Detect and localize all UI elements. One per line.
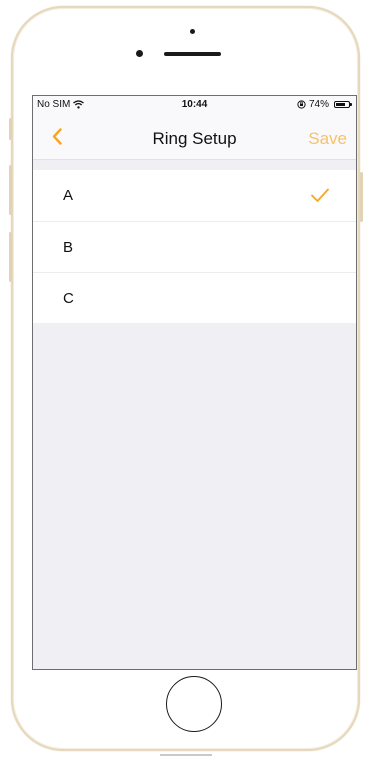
battery-icon <box>334 101 352 108</box>
bottom-edge-line <box>160 754 212 756</box>
mute-switch <box>9 118 12 140</box>
ring-option-a[interactable]: A <box>33 170 356 221</box>
volume-up-button <box>9 165 12 215</box>
save-button[interactable]: Save <box>308 129 347 149</box>
home-button[interactable] <box>166 676 222 732</box>
ring-option-b[interactable]: B <box>33 221 356 272</box>
option-label: C <box>63 289 74 307</box>
battery-percent: 74% <box>308 99 329 110</box>
power-button <box>360 172 363 222</box>
rotation-lock-icon <box>297 100 306 109</box>
ring-option-c[interactable]: C <box>33 272 356 323</box>
battery-tip <box>350 103 352 106</box>
battery-fill <box>336 103 345 106</box>
status-bar: No SIM 10:44 74% <box>33 96 356 114</box>
proximity-sensor <box>190 29 195 34</box>
option-label: B <box>63 238 74 256</box>
volume-down-button <box>9 232 12 282</box>
screen: No SIM 10:44 74% Ring Setup Save A B C <box>32 95 357 670</box>
front-camera <box>136 50 143 57</box>
earpiece-speaker <box>164 52 221 56</box>
option-label: A <box>63 187 74 204</box>
ring-option-list: A B C <box>33 170 356 323</box>
navigation-bar: Ring Setup Save <box>33 114 356 160</box>
status-right: 74% <box>297 99 352 110</box>
checkmark-icon <box>311 188 329 202</box>
